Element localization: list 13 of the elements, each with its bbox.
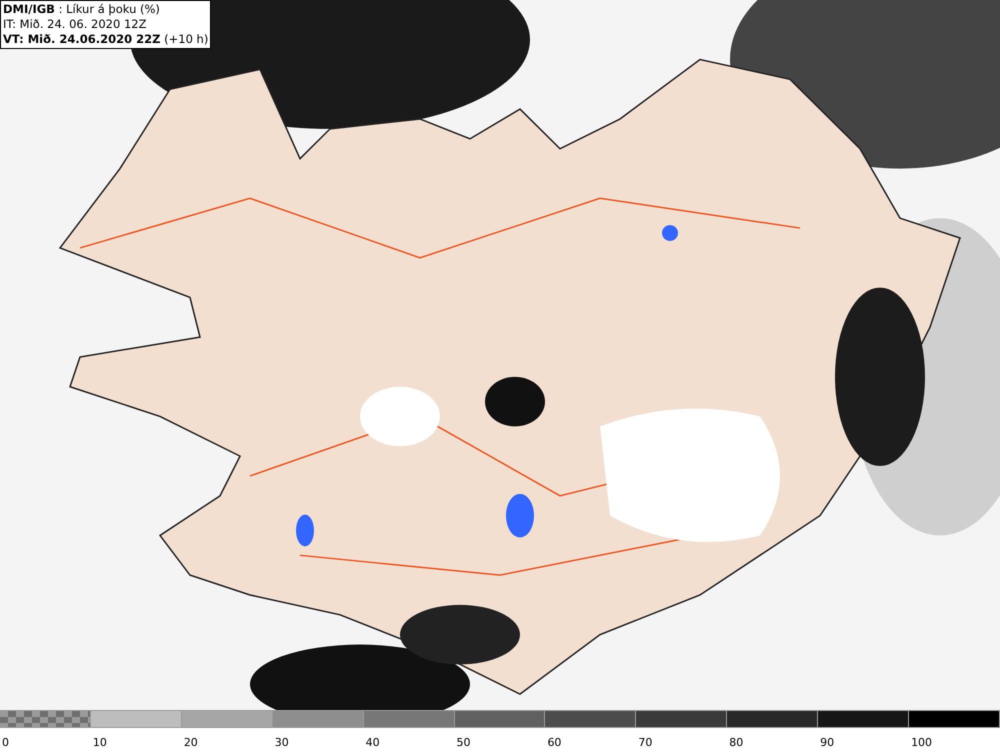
legend-label: 30 xyxy=(272,736,289,749)
legend-label: 80 xyxy=(727,736,744,749)
legend-label: 40 xyxy=(364,736,380,749)
title-line: DMI/IGB : Líkur á þoku (%) xyxy=(3,2,161,17)
legend-label: 0 xyxy=(0,736,9,749)
legend-label: 20 xyxy=(182,736,198,749)
title-line: IT: Mið. 24. 06. 2020 12Z xyxy=(3,17,148,32)
legend-label: 70 xyxy=(636,736,652,749)
legend-label: 50 xyxy=(454,736,471,749)
title-line: VT: Mið. 24.06.2020 22Z (+10 h) xyxy=(3,32,208,47)
legend-label: 100 xyxy=(909,736,932,749)
legend-label: 60 xyxy=(545,736,562,749)
legend-label: 90 xyxy=(818,736,834,749)
